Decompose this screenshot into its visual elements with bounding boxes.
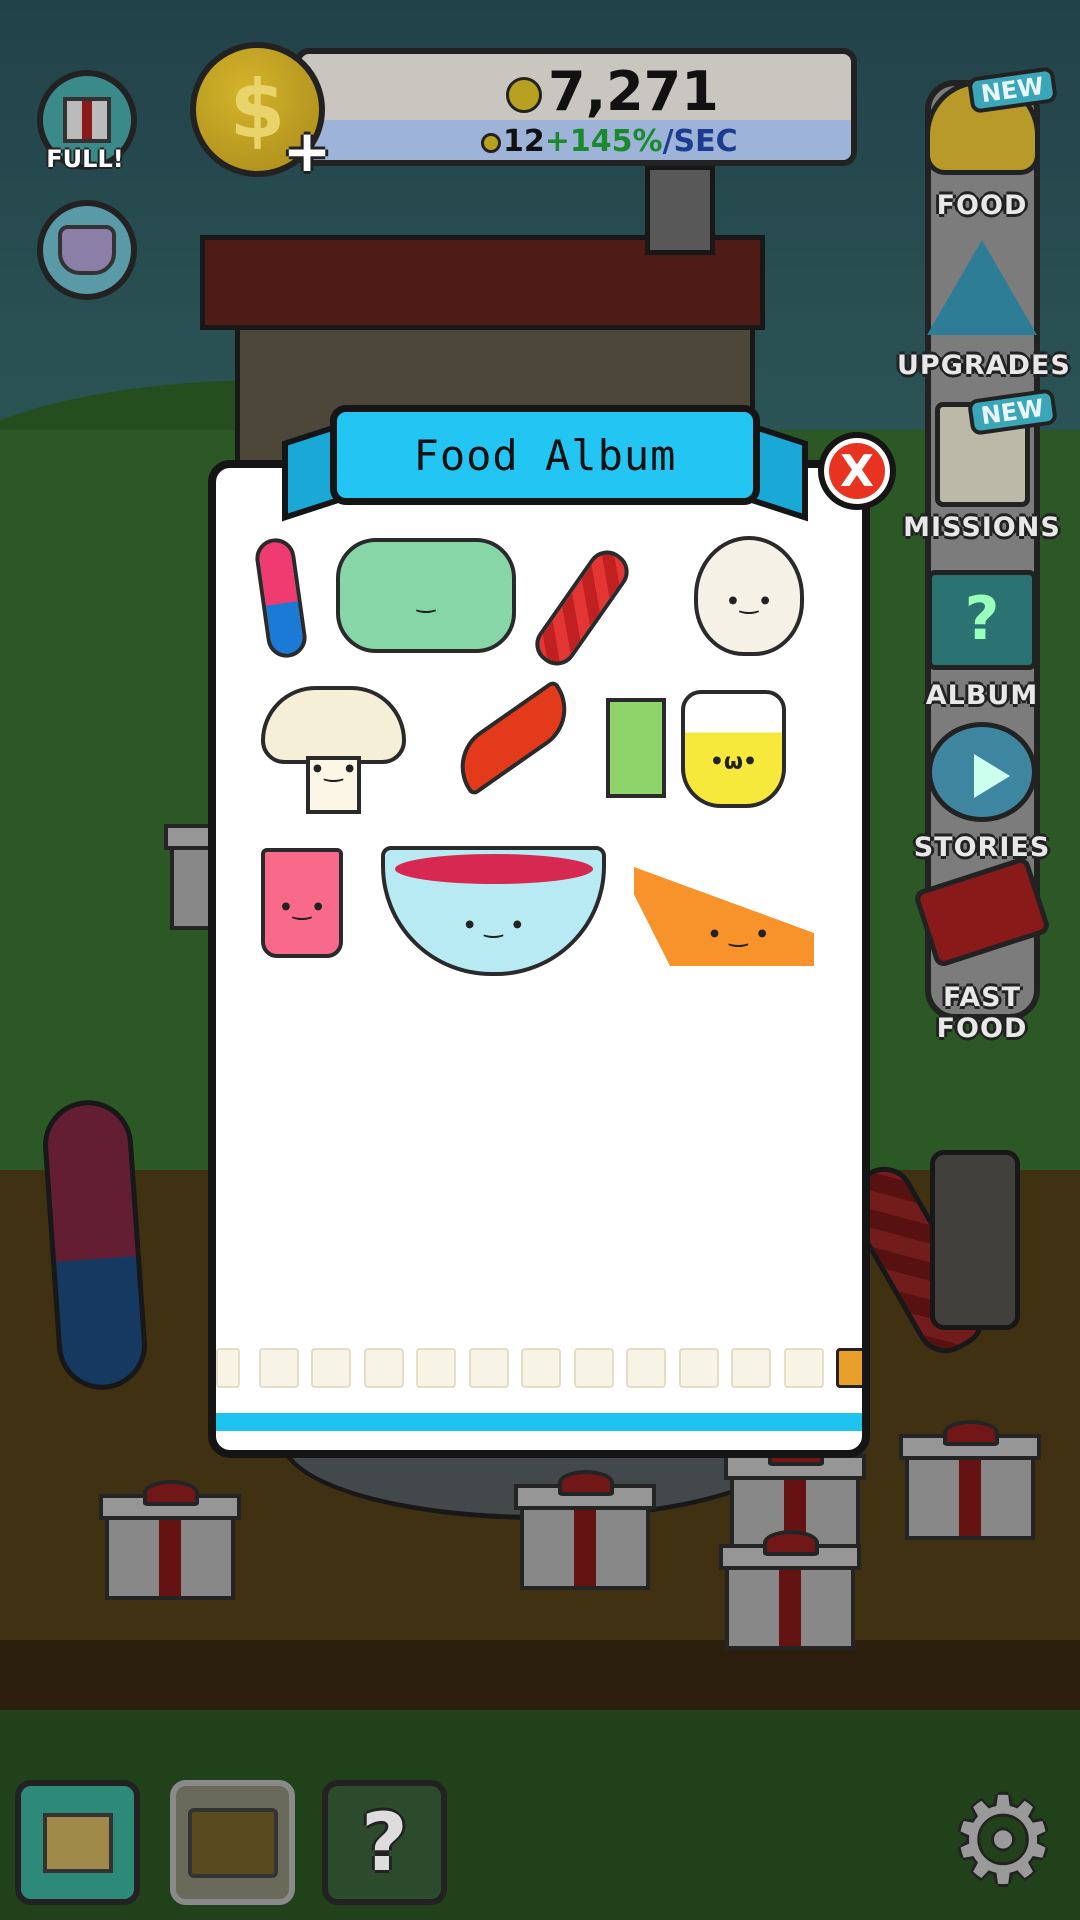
album-page-thumbnail[interactable] [626, 1348, 666, 1388]
food-face: •‿• [725, 589, 773, 615]
food-face: ‿ [416, 588, 436, 614]
food-gummy-worm[interactable] [252, 535, 310, 661]
question-icon: ? [361, 1796, 408, 1889]
gift-storage-label: FULL! [46, 145, 124, 173]
plus-icon[interactable]: + [282, 122, 332, 180]
album-page-thumbnail[interactable] [573, 1348, 614, 1388]
food-album-modal: ‿ •‿• •‿• •ω• •‿• • ‿ • • ‿ • [208, 460, 870, 1458]
rate-unit: /SEC [662, 124, 738, 159]
food-paper-roll[interactable]: ‿ [336, 538, 516, 653]
sidebar-item-label: MISSIONS [903, 512, 1061, 543]
food-berry-bowl[interactable]: • ‿ • [381, 846, 606, 976]
sidebar-item-fast-food[interactable]: FAST FOOD [897, 855, 1067, 1044]
album-page-thumbnail[interactable] [363, 1348, 404, 1388]
food-licorice[interactable] [527, 542, 637, 674]
coin-total: 7,271 [506, 60, 719, 123]
food-lemonade-pitcher[interactable]: •ω• [681, 690, 786, 808]
sidebar-item-missions[interactable]: NEW MISSIONS [897, 388, 1067, 543]
album-page-thumbnail[interactable] [521, 1348, 561, 1388]
food-face: •‿• [278, 895, 326, 921]
food-mushroom[interactable]: •‿• [261, 686, 406, 814]
plate-icon [187, 1807, 278, 1878]
close-button[interactable]: X [818, 432, 896, 510]
food-face: • ‿ • [707, 922, 770, 948]
album-page-thumbnails [216, 1348, 862, 1392]
album-book-icon: ? [927, 570, 1037, 670]
cat-face-icon [58, 225, 116, 275]
album-page-thumbnail[interactable] [216, 1348, 240, 1388]
play-bubble-icon [927, 722, 1037, 822]
locked-area-tab[interactable]: ? [322, 1780, 447, 1905]
sidebar-item-label: UPGRADES [897, 350, 1071, 381]
album-page-thumbnail[interactable] [258, 1348, 299, 1388]
album-title-ribbon: Food Album [330, 405, 760, 505]
crate-icon [42, 1812, 113, 1873]
arrow-up-icon [927, 240, 1037, 335]
sidebar-item-food[interactable]: NEW FOOD [897, 66, 1067, 221]
album-page-thumbnail[interactable] [311, 1348, 351, 1388]
album-progress-bar [216, 1413, 862, 1431]
modal-title: Food Album [413, 430, 677, 480]
food-face: •‿• [310, 757, 357, 783]
rate-base: 12 [503, 124, 545, 159]
truck-icon [912, 855, 1052, 969]
coin-rate: 12+145%/SEC [481, 124, 738, 159]
sidebar-item-upgrades[interactable]: UPGRADES [897, 240, 1071, 381]
sidebar-item-label: FOOD [936, 190, 1028, 221]
food-chili-pepper[interactable] [443, 678, 584, 798]
gift-icon [63, 97, 111, 143]
kitchen-tab[interactable] [170, 1780, 295, 1905]
album-page-thumbnail[interactable] [416, 1348, 456, 1388]
food-face: •ω• [709, 749, 758, 775]
sidebar-item-label: ALBUM [925, 680, 1039, 711]
album-page-thumbnail[interactable] [731, 1348, 771, 1388]
album-page-thumbnail[interactable] [783, 1348, 824, 1388]
rate-percent: +145% [544, 124, 663, 159]
character-button[interactable] [37, 200, 137, 300]
sidebar-item-label: FAST FOOD [936, 982, 1028, 1044]
album-page-thumbnail[interactable] [836, 1348, 862, 1388]
coin-icon [506, 77, 542, 114]
food-garlic[interactable]: •‿• [694, 536, 804, 656]
sidebar-item-stories[interactable]: STORIES [897, 722, 1067, 863]
coin-icon [481, 132, 501, 153]
food-face: • ‿ • [462, 913, 525, 939]
food-milkshake[interactable]: •‿• [261, 848, 343, 958]
close-icon: X [840, 445, 874, 497]
sidebar-item-album[interactable]: ? ALBUM [897, 570, 1067, 711]
food-pumpkin-pie[interactable]: • ‿ • [634, 867, 814, 966]
food-juice-box[interactable] [606, 698, 666, 798]
coin-total-value: 7,271 [548, 60, 719, 123]
album-page-thumbnail[interactable] [678, 1348, 719, 1388]
gift-boxes-tab[interactable] [15, 1780, 140, 1905]
coin-counter-panel: 7,271 12+145%/SEC [295, 48, 857, 166]
dollar-icon: $ [229, 63, 286, 156]
settings-gear-icon[interactable]: ⚙ [948, 1782, 1058, 1902]
album-page-thumbnail[interactable] [468, 1348, 509, 1388]
